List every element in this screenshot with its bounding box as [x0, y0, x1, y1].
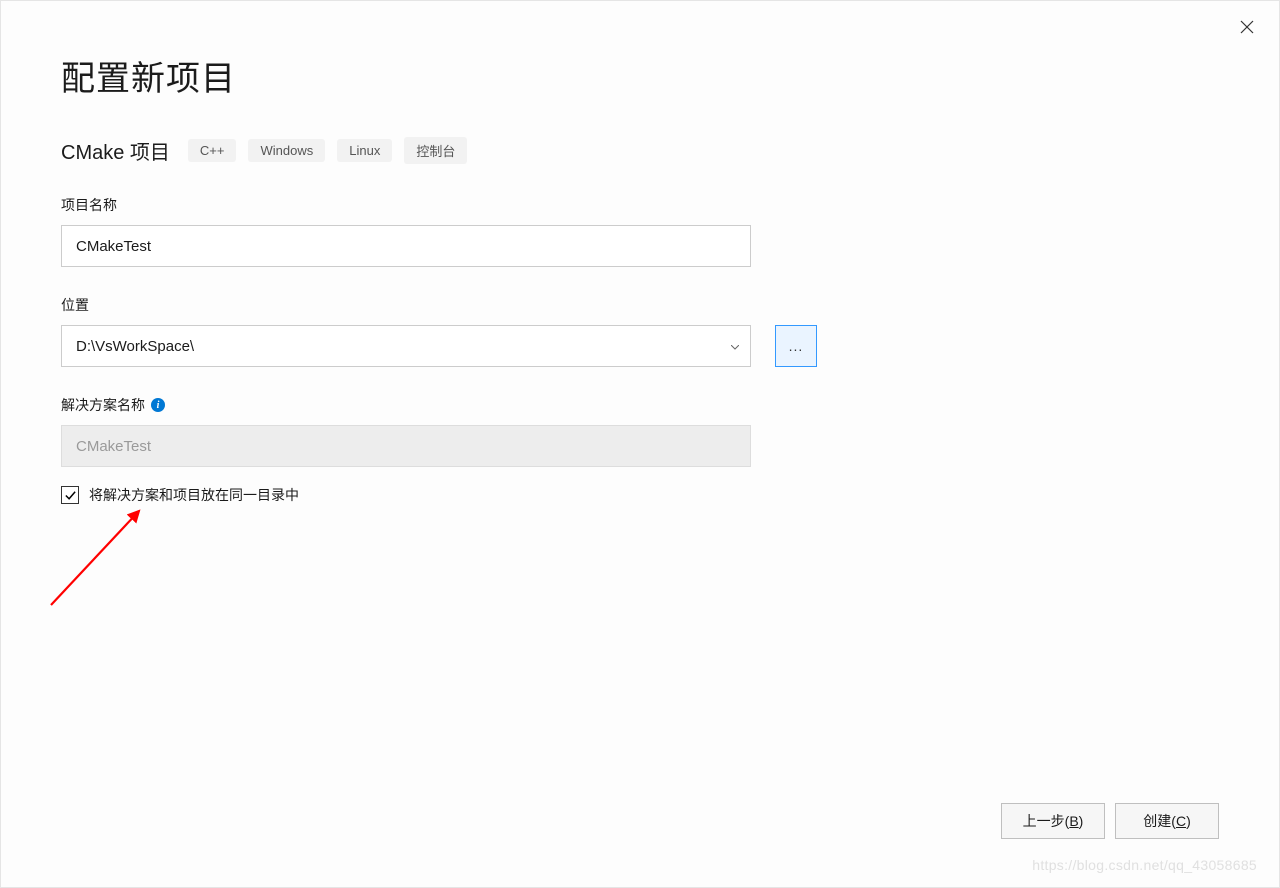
template-name: CMake 项目 — [61, 136, 170, 165]
annotation-arrow-icon — [47, 501, 157, 611]
location-combo[interactable] — [61, 325, 751, 367]
page-title: 配置新项目 — [61, 51, 1219, 100]
template-tag: C++ — [188, 139, 237, 162]
template-tag: Windows — [248, 139, 325, 162]
footer-buttons: 上一步(B) 创建(C) — [1001, 803, 1219, 839]
configure-project-dialog: 配置新项目 CMake 项目 C++ Windows Linux 控制台 项目名… — [1, 1, 1279, 887]
project-name-label: 项目名称 — [61, 195, 1219, 215]
solution-name-group: 解决方案名称 i CMakeTest — [61, 395, 1219, 467]
close-icon — [1240, 20, 1254, 34]
location-input[interactable] — [61, 325, 751, 367]
solution-name-input: CMakeTest — [61, 425, 751, 467]
same-directory-label: 将解决方案和项目放在同一目录中 — [89, 485, 299, 505]
check-icon — [64, 489, 77, 502]
info-icon[interactable]: i — [151, 398, 165, 412]
template-tag: 控制台 — [404, 137, 467, 164]
solution-name-label: 解决方案名称 — [61, 395, 145, 415]
browse-button[interactable]: ... — [775, 325, 817, 367]
solution-name-label-row: 解决方案名称 i — [61, 395, 1219, 415]
same-directory-checkbox[interactable] — [61, 486, 79, 504]
location-label: 位置 — [61, 295, 1219, 315]
project-name-input[interactable] — [61, 225, 751, 267]
template-header: CMake 项目 C++ Windows Linux 控制台 — [61, 136, 1219, 165]
watermark-text: https://blog.csdn.net/qq_43058685 — [1032, 857, 1257, 873]
location-group: 位置 ... — [61, 295, 1219, 367]
same-directory-row: 将解决方案和项目放在同一目录中 — [61, 485, 1219, 505]
back-button[interactable]: 上一步(B) — [1001, 803, 1105, 839]
project-name-group: 项目名称 — [61, 195, 1219, 267]
close-button[interactable] — [1235, 15, 1259, 39]
create-button[interactable]: 创建(C) — [1115, 803, 1219, 839]
template-tag: Linux — [337, 139, 392, 162]
